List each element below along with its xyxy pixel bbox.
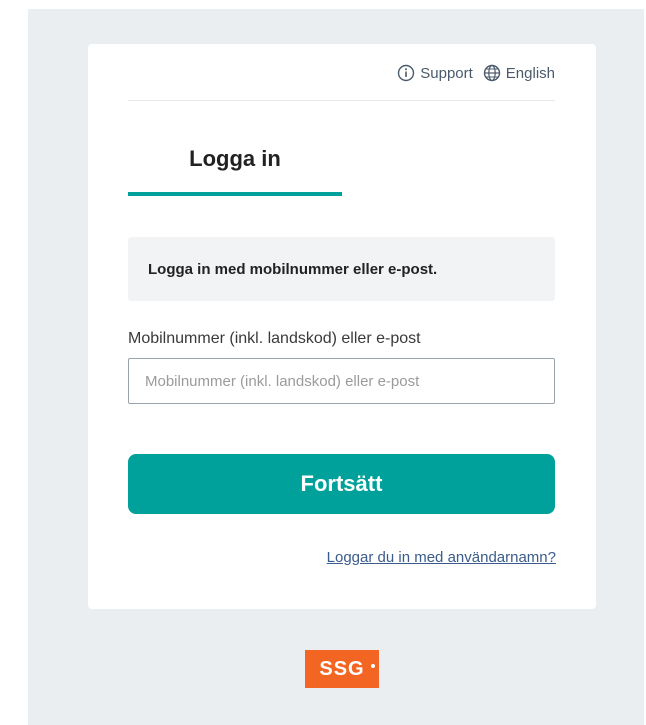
login-card: Support English Logga in Logga in med mo… [88,44,596,609]
info-circle-icon [397,64,415,82]
globe-icon [483,64,501,82]
page-background: Support English Logga in Logga in med mo… [28,9,644,725]
login-field-label: Mobilnummer (inkl. landskod) eller e-pos… [128,330,421,347]
header-links: Support English [397,64,555,82]
login-input[interactable] [128,358,555,404]
ssg-logo: SSG [305,650,379,688]
info-message: Logga in med mobilnummer eller e-post. [148,260,438,278]
logo-text: SSG [319,657,365,680]
tab-label: Logga in [189,146,281,171]
active-tab-indicator [128,192,342,196]
info-box: Logga in med mobilnummer eller e-post. [128,237,555,301]
language-label: English [505,64,555,82]
card-header: Support English [128,44,555,101]
tab-logga-in[interactable]: Logga in [128,136,342,196]
support-label: Support [420,64,473,82]
language-link[interactable]: English [483,64,555,82]
support-link[interactable]: Support [397,64,473,82]
continue-button[interactable]: Fortsätt [128,454,555,514]
username-login-link[interactable]: Loggar du in med användarnamn? [327,549,556,566]
logo-dot [371,664,375,668]
